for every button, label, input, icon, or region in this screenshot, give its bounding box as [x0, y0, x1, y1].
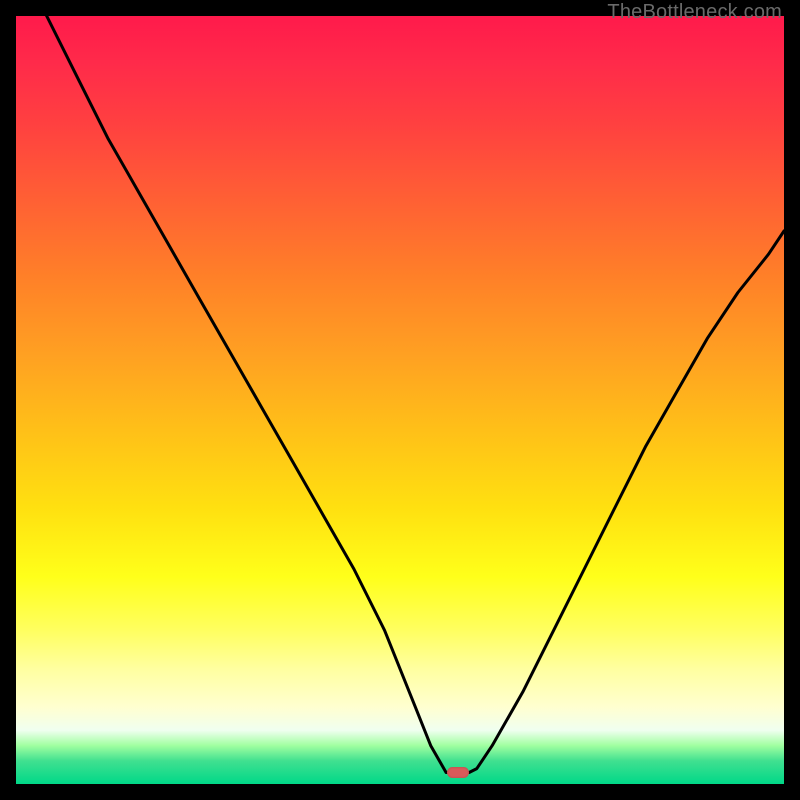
optimum-marker [447, 767, 469, 778]
plot-area [16, 16, 784, 784]
watermark-text: TheBottleneck.com [607, 1, 782, 24]
bottleneck-curve [16, 16, 784, 784]
chart-frame: TheBottleneck.com [0, 0, 800, 800]
